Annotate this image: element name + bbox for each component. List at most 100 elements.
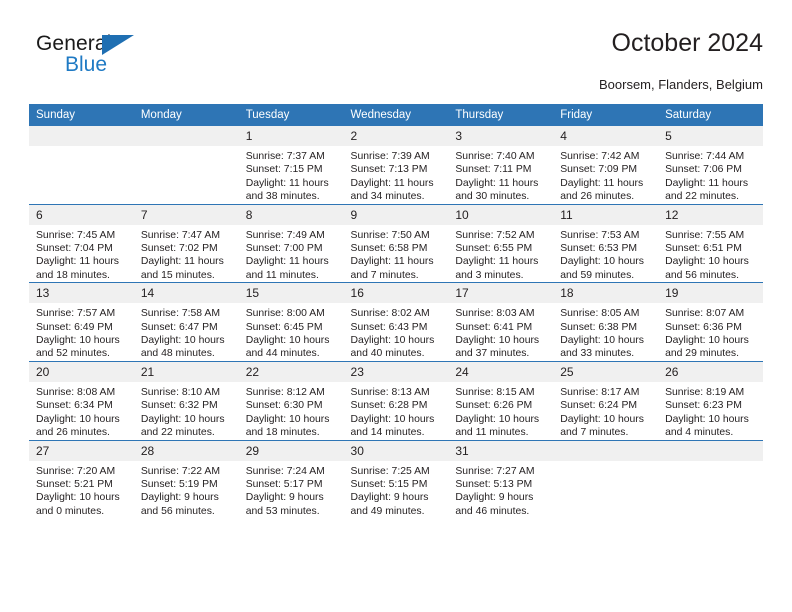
day-cell[interactable]: 22 Sunrise: 8:12 AM Sunset: 6:30 PM Dayl… bbox=[238, 360, 344, 440]
day-cell[interactable]: 17 Sunrise: 8:03 AM Sunset: 6:41 PM Dayl… bbox=[448, 282, 554, 362]
daylight-text: Daylight: 10 hours and 59 minutes. bbox=[560, 256, 644, 281]
logo-text-general: General bbox=[36, 32, 112, 55]
logo-triangle-icon bbox=[102, 35, 134, 55]
calendar-week-row: 13 Sunrise: 7:57 AM Sunset: 6:49 PM Dayl… bbox=[29, 282, 763, 362]
sunrise-text: Sunrise: 7:22 AM bbox=[140, 465, 220, 477]
day-number: 28 bbox=[133, 440, 239, 461]
day-cell[interactable]: 12 Sunrise: 7:55 AM Sunset: 6:51 PM Dayl… bbox=[658, 203, 763, 283]
day-details: Sunrise: 7:55 AM Sunset: 6:51 PM Dayligh… bbox=[658, 225, 763, 283]
sunset-text: Sunset: 6:45 PM bbox=[245, 321, 323, 333]
day-details: Sunrise: 8:10 AM Sunset: 6:32 PM Dayligh… bbox=[134, 382, 239, 440]
daylight-text: Daylight: 11 hours and 7 minutes. bbox=[350, 256, 434, 281]
sunset-text: Sunset: 5:15 PM bbox=[350, 478, 428, 490]
day-number: 31 bbox=[448, 440, 554, 461]
sunset-text: Sunset: 6:36 PM bbox=[665, 321, 742, 333]
sunrise-text: Sunrise: 7:45 AM bbox=[36, 229, 116, 241]
day-details: Sunrise: 7:42 AM Sunset: 7:09 PM Dayligh… bbox=[553, 146, 658, 204]
daylight-text: Daylight: 11 hours and 18 minutes. bbox=[36, 256, 119, 281]
day-cell[interactable]: 1 Sunrise: 7:37 AM Sunset: 7:15 PM Dayli… bbox=[238, 126, 344, 204]
day-details: Sunrise: 7:37 AM Sunset: 7:15 PM Dayligh… bbox=[239, 146, 344, 204]
day-cell[interactable] bbox=[553, 439, 659, 519]
day-cell[interactable]: 4 Sunrise: 7:42 AM Sunset: 7:09 PM Dayli… bbox=[553, 126, 659, 204]
day-cell[interactable]: 8 Sunrise: 7:49 AM Sunset: 7:00 PM Dayli… bbox=[238, 203, 344, 283]
day-details: Sunrise: 7:50 AM Sunset: 6:58 PM Dayligh… bbox=[344, 225, 449, 283]
day-details: Sunrise: 7:45 AM Sunset: 7:04 PM Dayligh… bbox=[29, 225, 134, 283]
day-cell[interactable]: 15 Sunrise: 8:00 AM Sunset: 6:45 PM Dayl… bbox=[238, 282, 344, 362]
day-cell[interactable]: 2 Sunrise: 7:39 AM Sunset: 7:13 PM Dayli… bbox=[343, 126, 449, 204]
day-cell[interactable]: 24 Sunrise: 8:15 AM Sunset: 6:26 PM Dayl… bbox=[448, 360, 554, 440]
day-number: 8 bbox=[238, 204, 344, 225]
daylight-text: Daylight: 11 hours and 22 minutes. bbox=[665, 177, 749, 203]
sunset-text: Sunset: 6:58 PM bbox=[350, 243, 428, 255]
sunrise-text: Sunrise: 8:19 AM bbox=[665, 386, 745, 398]
day-cell[interactable]: 9 Sunrise: 7:50 AM Sunset: 6:58 PM Dayli… bbox=[343, 203, 449, 283]
day-cell[interactable]: 13 Sunrise: 7:57 AM Sunset: 6:49 PM Dayl… bbox=[29, 282, 134, 362]
day-details: Sunrise: 7:47 AM Sunset: 7:02 PM Dayligh… bbox=[134, 225, 239, 283]
day-details: Sunrise: 7:52 AM Sunset: 6:55 PM Dayligh… bbox=[448, 225, 553, 283]
day-cell[interactable] bbox=[133, 126, 239, 204]
daylight-text: Daylight: 11 hours and 34 minutes. bbox=[350, 177, 434, 203]
day-cell[interactable]: 26 Sunrise: 8:19 AM Sunset: 6:23 PM Dayl… bbox=[658, 360, 763, 440]
day-number: 10 bbox=[448, 204, 554, 225]
sunset-text: Sunset: 6:53 PM bbox=[560, 243, 638, 255]
day-cell[interactable]: 3 Sunrise: 7:40 AM Sunset: 7:11 PM Dayli… bbox=[448, 126, 554, 204]
sun-calendar-table: Sunday Monday Tuesday Wednesday Thursday… bbox=[29, 104, 763, 519]
day-details: Sunrise: 7:53 AM Sunset: 6:53 PM Dayligh… bbox=[553, 225, 658, 283]
sunset-text: Sunset: 7:09 PM bbox=[560, 164, 638, 176]
general-blue-logo[interactable]: General Blue bbox=[36, 33, 166, 85]
sunrise-text: Sunrise: 7:27 AM bbox=[455, 465, 535, 477]
sunset-text: Sunset: 6:51 PM bbox=[665, 243, 742, 255]
day-cell[interactable]: 19 Sunrise: 8:07 AM Sunset: 6:36 PM Dayl… bbox=[658, 282, 763, 362]
day-cell[interactable]: 16 Sunrise: 8:02 AM Sunset: 6:43 PM Dayl… bbox=[343, 282, 449, 362]
sunset-text: Sunset: 6:23 PM bbox=[665, 400, 742, 412]
day-cell[interactable]: 10 Sunrise: 7:52 AM Sunset: 6:55 PM Dayl… bbox=[448, 203, 554, 283]
day-cell[interactable]: 25 Sunrise: 8:17 AM Sunset: 6:24 PM Dayl… bbox=[553, 360, 659, 440]
sunrise-text: Sunrise: 7:39 AM bbox=[350, 151, 430, 162]
day-cell[interactable]: 14 Sunrise: 7:58 AM Sunset: 6:47 PM Dayl… bbox=[133, 282, 239, 362]
sunrise-text: Sunrise: 8:02 AM bbox=[350, 308, 430, 320]
daylight-text: Daylight: 9 hours and 46 minutes. bbox=[455, 492, 534, 517]
sunrise-text: Sunrise: 8:10 AM bbox=[140, 386, 220, 398]
day-cell[interactable]: 28 Sunrise: 7:22 AM Sunset: 5:19 PM Dayl… bbox=[133, 439, 239, 519]
day-cell[interactable]: 31 Sunrise: 7:27 AM Sunset: 5:13 PM Dayl… bbox=[448, 439, 554, 519]
day-cell[interactable]: 6 Sunrise: 7:45 AM Sunset: 7:04 PM Dayli… bbox=[29, 203, 134, 283]
day-cell[interactable] bbox=[658, 439, 763, 519]
day-cell[interactable]: 23 Sunrise: 8:13 AM Sunset: 6:28 PM Dayl… bbox=[343, 360, 449, 440]
day-number: 17 bbox=[448, 283, 554, 304]
daylight-text: Daylight: 11 hours and 3 minutes. bbox=[455, 256, 539, 281]
sunrise-text: Sunrise: 7:55 AM bbox=[665, 229, 745, 241]
sunset-text: Sunset: 7:15 PM bbox=[245, 164, 323, 176]
day-cell[interactable]: 29 Sunrise: 7:24 AM Sunset: 5:17 PM Dayl… bbox=[238, 439, 344, 519]
day-cell[interactable] bbox=[29, 126, 134, 204]
day-details: Sunrise: 8:08 AM Sunset: 6:34 PM Dayligh… bbox=[29, 382, 134, 440]
sunset-text: Sunset: 5:17 PM bbox=[245, 478, 323, 490]
sunset-text: Sunset: 6:43 PM bbox=[350, 321, 428, 333]
day-number: 29 bbox=[238, 440, 344, 461]
daylight-text: Daylight: 11 hours and 26 minutes. bbox=[560, 177, 644, 203]
day-cell[interactable]: 30 Sunrise: 7:25 AM Sunset: 5:15 PM Dayl… bbox=[343, 439, 449, 519]
sunrise-text: Sunrise: 7:53 AM bbox=[560, 229, 640, 241]
day-cell[interactable]: 5 Sunrise: 7:44 AM Sunset: 7:06 PM Dayli… bbox=[658, 126, 763, 204]
sunrise-text: Sunrise: 7:20 AM bbox=[36, 465, 116, 477]
day-details: Sunrise: 7:49 AM Sunset: 7:00 PM Dayligh… bbox=[239, 225, 344, 283]
day-cell[interactable]: 11 Sunrise: 7:53 AM Sunset: 6:53 PM Dayl… bbox=[553, 203, 659, 283]
day-cell[interactable]: 27 Sunrise: 7:20 AM Sunset: 5:21 PM Dayl… bbox=[29, 439, 134, 519]
calendar-week-row: 1 Sunrise: 7:37 AM Sunset: 7:15 PM Dayli… bbox=[29, 126, 763, 204]
sunset-text: Sunset: 6:24 PM bbox=[560, 400, 638, 412]
daylight-text: Daylight: 10 hours and 44 minutes. bbox=[245, 335, 330, 360]
day-cell[interactable]: 18 Sunrise: 8:05 AM Sunset: 6:38 PM Dayl… bbox=[553, 282, 659, 362]
calendar-page: General Blue October 2024 Boorsem, Fland… bbox=[0, 0, 792, 612]
daylight-text: Daylight: 11 hours and 11 minutes. bbox=[245, 256, 329, 281]
sunrise-text: Sunrise: 7:57 AM bbox=[36, 308, 116, 320]
sunrise-text: Sunrise: 8:17 AM bbox=[560, 386, 640, 398]
day-number: 30 bbox=[343, 440, 449, 461]
day-cell[interactable]: 20 Sunrise: 8:08 AM Sunset: 6:34 PM Dayl… bbox=[29, 360, 134, 440]
day-number bbox=[658, 440, 763, 461]
sunrise-text: Sunrise: 7:37 AM bbox=[245, 151, 325, 162]
day-cell[interactable]: 21 Sunrise: 8:10 AM Sunset: 6:32 PM Dayl… bbox=[133, 360, 239, 440]
sunrise-text: Sunrise: 8:13 AM bbox=[350, 386, 430, 398]
day-number: 26 bbox=[658, 361, 763, 382]
day-cell[interactable]: 7 Sunrise: 7:47 AM Sunset: 7:02 PM Dayli… bbox=[133, 203, 239, 283]
day-number: 12 bbox=[658, 204, 763, 225]
daylight-text: Daylight: 10 hours and 22 minutes. bbox=[140, 413, 225, 439]
